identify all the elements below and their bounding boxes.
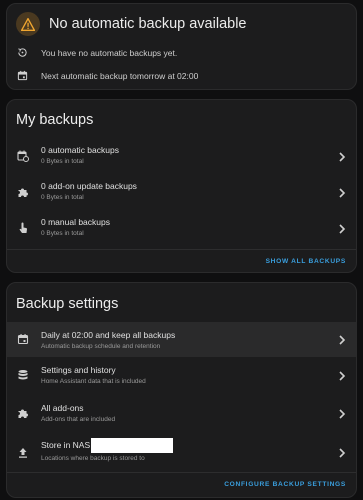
addons-title: All add-ons bbox=[41, 403, 84, 413]
list-item-settings-history[interactable]: Settings and history Home Assistant data… bbox=[7, 357, 356, 393]
addon-update-backups-title: 0 add-on update backups bbox=[41, 181, 137, 191]
chevron-right-icon bbox=[338, 409, 346, 419]
chevron-right-icon bbox=[338, 152, 346, 162]
manual-backups-title: 0 manual backups bbox=[41, 217, 110, 227]
show-all-backups-button[interactable]: Show all backups bbox=[266, 258, 346, 265]
schedule-subtitle: Automatic backup schedule and retention bbox=[41, 343, 161, 350]
calendar-sync-icon bbox=[17, 150, 29, 162]
list-item-addons[interactable]: All add-ons Add-ons that are included bbox=[7, 393, 356, 433]
backup-restore-icon bbox=[17, 47, 28, 58]
automatic-backups-title: 0 automatic backups bbox=[41, 145, 119, 155]
list-item-storage-location[interactable]: Store in NAS Locations where backup is s… bbox=[7, 433, 356, 471]
gesture-tap-icon bbox=[17, 222, 29, 234]
status-header: No automatic backup available bbox=[16, 12, 246, 36]
schedule-title: Daily at 02:00 and keep all backups bbox=[41, 330, 176, 340]
list-item-automatic-backups[interactable]: 0 automatic backups 0 Bytes in total bbox=[7, 139, 356, 175]
backup-settings-title: Backup settings bbox=[16, 296, 119, 312]
my-backups-card: My backups 0 automatic backups 0 Bytes i… bbox=[6, 99, 357, 273]
database-icon bbox=[17, 369, 29, 381]
calendar-icon bbox=[17, 70, 28, 81]
configure-backup-settings-button[interactable]: Configure backup settings bbox=[224, 481, 346, 488]
chevron-right-icon bbox=[338, 335, 346, 345]
addons-subtitle: Add-ons that are included bbox=[41, 416, 116, 423]
warning-icon bbox=[16, 12, 40, 36]
redaction-box bbox=[91, 438, 174, 453]
backup-settings-card: Backup settings Daily at 02:00 and keep … bbox=[6, 282, 357, 498]
chevron-right-icon bbox=[338, 448, 346, 458]
chevron-right-icon bbox=[338, 188, 346, 198]
list-item-schedule[interactable]: Daily at 02:00 and keep all backups Auto… bbox=[7, 322, 356, 357]
puzzle-icon bbox=[17, 186, 29, 198]
chevron-right-icon bbox=[338, 224, 346, 234]
status-line1-text: You have no automatic backups yet. bbox=[41, 47, 178, 58]
chevron-right-icon bbox=[338, 371, 346, 381]
my-backups-title: My backups bbox=[16, 112, 94, 128]
card-divider bbox=[7, 472, 356, 473]
settings-history-title: Settings and history bbox=[41, 365, 116, 375]
backup-status-card: No automatic backup available You have n… bbox=[6, 3, 357, 90]
storage-location-subtitle: Locations where backup is stored to bbox=[41, 455, 145, 462]
status-title: No automatic backup available bbox=[49, 16, 247, 32]
list-item-addon-update-backups[interactable]: 0 add-on update backups 0 Bytes in total bbox=[7, 175, 356, 211]
storage-location-title: Store in NAS bbox=[41, 438, 174, 453]
calendar-icon bbox=[17, 333, 29, 345]
card-divider bbox=[7, 249, 356, 250]
automatic-backups-subtitle: 0 Bytes in total bbox=[41, 158, 84, 165]
list-item-manual-backups[interactable]: 0 manual backups 0 Bytes in total bbox=[7, 211, 356, 247]
status-line-next-backup: Next automatic backup tomorrow at 02:00 bbox=[17, 70, 198, 81]
puzzle-icon bbox=[17, 407, 29, 419]
upload-icon bbox=[17, 447, 29, 459]
status-line2-text: Next automatic backup tomorrow at 02:00 bbox=[41, 70, 199, 81]
settings-history-subtitle: Home Assistant data that is included bbox=[41, 378, 146, 385]
addon-update-backups-subtitle: 0 Bytes in total bbox=[41, 194, 84, 201]
status-line-no-backups: You have no automatic backups yet. bbox=[17, 47, 177, 58]
manual-backups-subtitle: 0 Bytes in total bbox=[41, 230, 84, 237]
